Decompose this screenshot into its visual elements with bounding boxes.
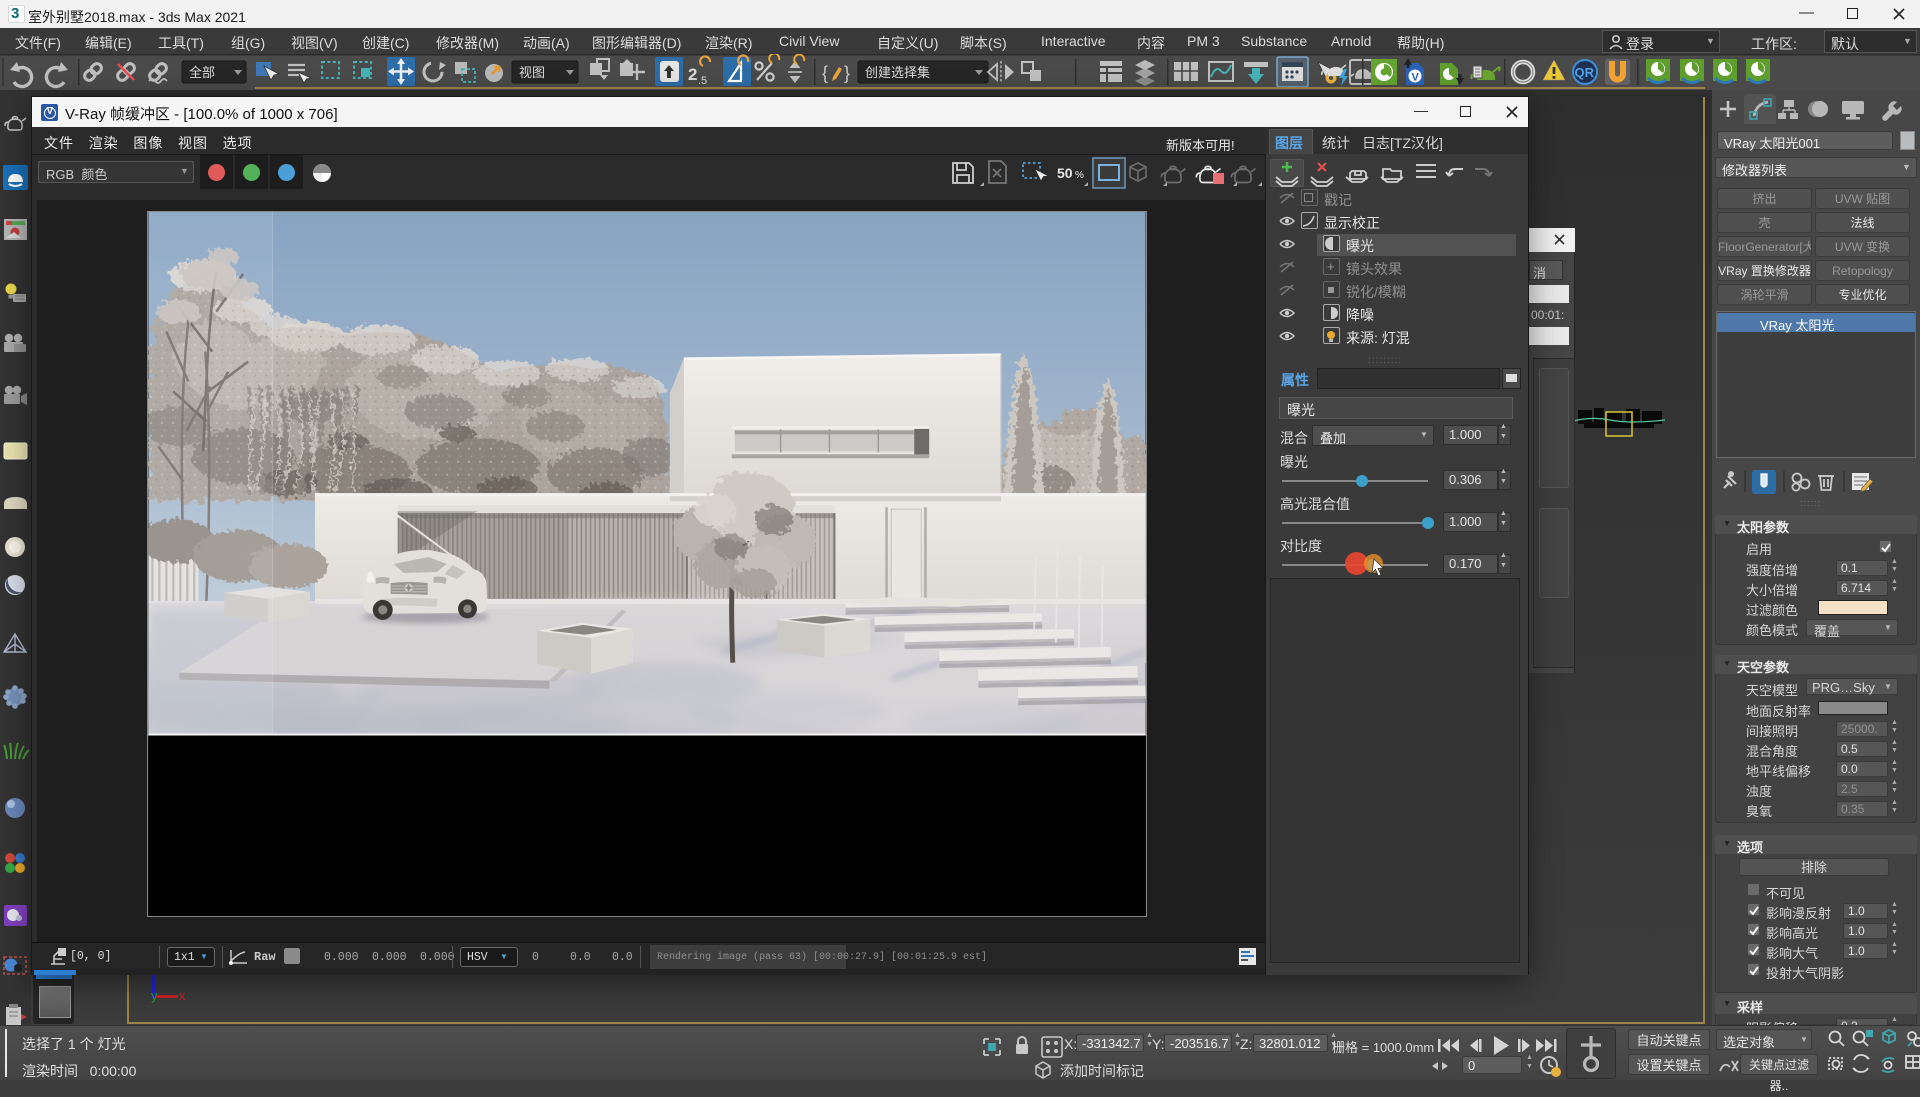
svg-text:视图: 视图	[519, 65, 545, 80]
svg-text:{: {	[822, 63, 828, 83]
svg-text:%: %	[1075, 170, 1084, 181]
svg-text:QR: QR	[1575, 65, 1595, 80]
svg-text:50: 50	[1057, 165, 1073, 181]
svg-text:2: 2	[688, 65, 697, 84]
svg-text:V: V	[1412, 72, 1420, 84]
svg-text:创建选择集: 创建选择集	[865, 65, 930, 80]
svg-text:}: }	[844, 63, 850, 83]
svg-text:.5: .5	[698, 75, 707, 87]
svg-text:全部: 全部	[189, 65, 215, 80]
